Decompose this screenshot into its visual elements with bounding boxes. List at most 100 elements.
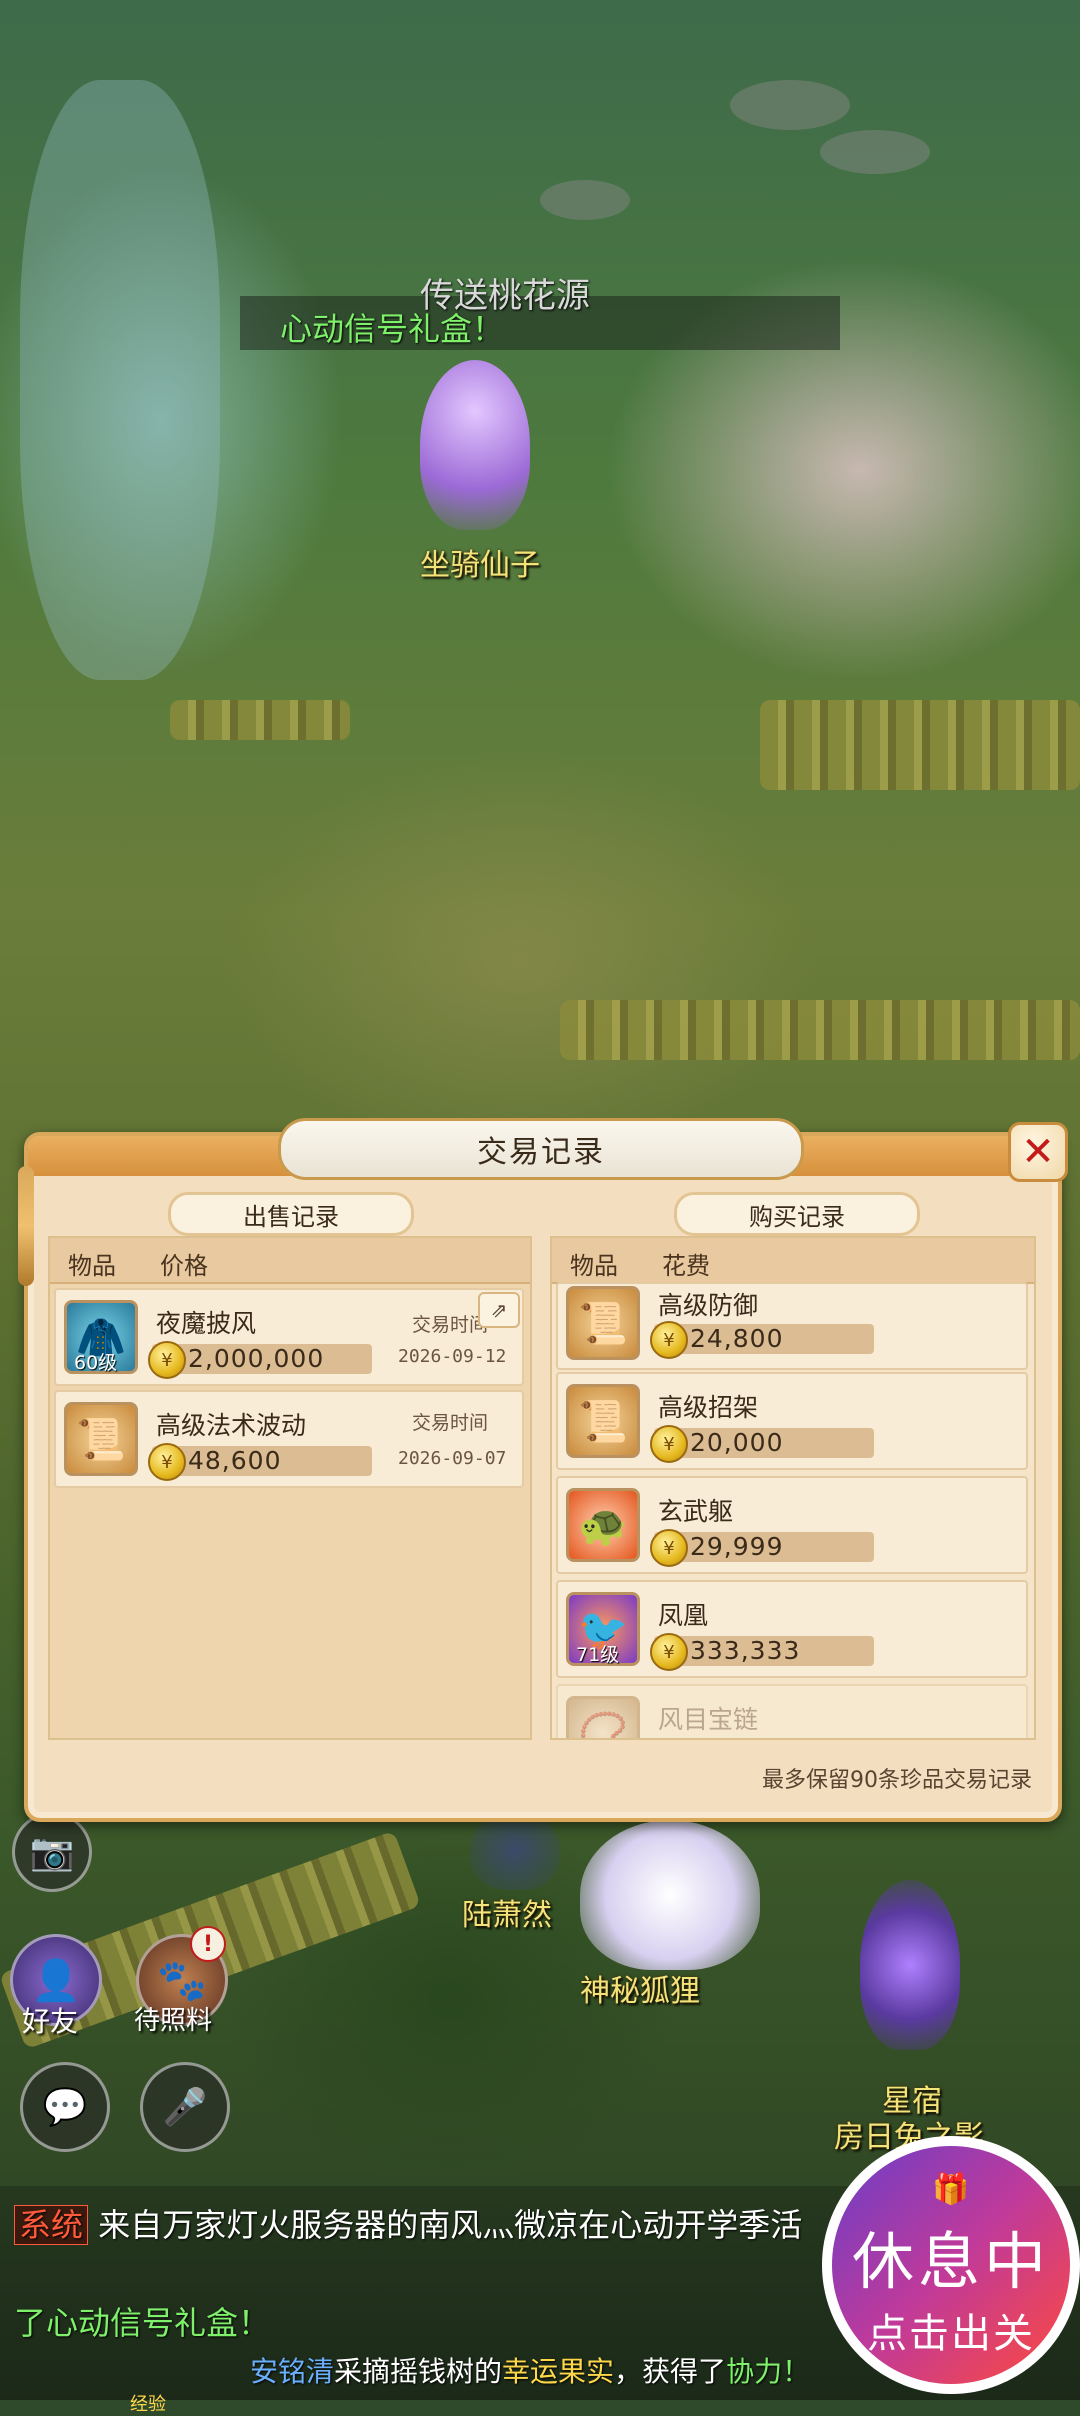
item-level: 60级 [74,1352,118,1374]
bamboo-fence [170,700,350,740]
buy-row[interactable]: 📜 高级防御 ¥ 24,800 [556,1282,1028,1370]
title-plate: 交易记录 [278,1118,804,1180]
rest-status-text: 休息中 [851,2224,1050,2298]
pet-icon: 🐾 [157,1957,207,2004]
gold-coin-icon: ¥ [650,1529,688,1567]
necklace-icon[interactable]: 📿 [566,1696,640,1738]
item-link[interactable]: 幸运果实 [502,2355,614,2388]
buy-records-pane[interactable]: 物品 花费 📜 高级防御 ¥ 24,800 📜 高级招架 ¥ 20,000 🐢 … [550,1236,1036,1740]
scroll-icon[interactable]: 📜 [566,1384,640,1458]
item-price: 2,000,000 [188,1344,325,1373]
scroll-icon[interactable]: 📜 [566,1286,640,1360]
buy-row[interactable]: 🐦 71级 凤凰 ¥ 333,333 [556,1580,1028,1678]
share-icon[interactable]: ⇗ [478,1292,520,1328]
camera-icon: 📷 [29,1832,75,1873]
stepping-stone [820,130,930,174]
item-price: 24,800 [690,1324,784,1353]
stepping-stone [730,80,850,130]
friend-avatar-icon: 👤 [31,1957,81,2004]
lu-xiaoran-npc[interactable] [470,1810,560,1890]
trade-date: 2026-09-07 [398,1448,507,1469]
item-price: 48,600 [188,1446,282,1475]
buy-row[interactable]: 📜 高级招架 ¥ 20,000 [556,1372,1028,1470]
reward-text: 协力！ [726,2355,811,2388]
star-npc[interactable] [860,1880,960,2050]
col-item: 物品 [68,1252,116,1280]
banner-text: 心动信号礼盒！ [280,310,505,348]
stepping-stone [540,180,630,220]
trade-time-label: 交易时间 [412,1412,489,1434]
bamboo-roof [760,700,1080,790]
system-tag: 系统 [14,2205,89,2245]
gift-box-icon: 🎁 [932,2171,970,2207]
sell-records-pane[interactable]: 物品 价格 🧥 60级 夜魔披风 ¥ 2,000,000 交易时间 2026-0… [48,1236,532,1740]
microphone-icon: 🎤 [162,2087,208,2128]
bamboo-bridge [560,1000,1080,1060]
trade-time-label: 交易时间 [412,1314,489,1336]
rest-badge-button[interactable]: 🎁 休息中 点击出关 [822,2136,1080,2394]
mystic-fox-npc[interactable] [580,1820,760,1970]
sell-column-header: 物品 价格 [50,1238,530,1284]
trade-record-dialog: 交易记录 ✕ 出售记录 购买记录 物品 价格 🧥 60级 夜魔披风 ¥ 2,00… [18,1118,1068,1822]
alert-badge: ! [190,1926,226,1962]
tassel-ornament [18,1166,34,1286]
item-name: 凤凰 [658,1601,709,1630]
sell-records-title: 出售记录 [168,1192,414,1236]
close-icon: ✕ [1021,1129,1055,1175]
buy-column-header: 物品 花费 [552,1238,1034,1284]
mount-fairy-npc[interactable] [420,360,530,530]
npc-name-mystic-fox[interactable]: 神秘狐狸 [580,1966,700,2010]
buy-records-title: 购买记录 [674,1192,920,1236]
chat-line-2: 了心动信号礼盒！ [14,2304,271,2342]
gold-coin-icon: ¥ [650,1321,688,1359]
gold-coin-icon: ¥ [148,1443,186,1481]
sell-row[interactable]: 🧥 60级 夜魔披风 ¥ 2,000,000 交易时间 2026-09-12 ⇗ [54,1288,524,1386]
gold-coin-icon: ¥ [650,1425,688,1463]
close-button[interactable]: ✕ [1008,1122,1068,1182]
item-name: 高级法术波动 [156,1411,307,1440]
col-cost: 花费 [662,1252,710,1280]
col-price: 价格 [160,1252,208,1280]
item-name: 夜魔披风 [156,1309,257,1338]
chat-line-system: 系统 来自万家灯火服务器的南风灬微凉在心动开学季活 [14,2200,802,2246]
item-name: 玄武躯 [658,1497,734,1526]
footer-note: 最多保留90条珍品交易记录 [762,1768,1032,1793]
exp-label: 经验 [130,2394,166,2415]
trade-date: 2026-09-12 [398,1346,507,1367]
pending-care-label[interactable]: 待照料 [134,2000,212,2037]
dialog-title: 交易记录 [477,1135,605,1170]
sell-row[interactable]: 📜 高级法术波动 ¥ 48,600 交易时间 2026-09-07 [54,1390,524,1488]
chat-action: 采摘摇钱树的 [334,2355,503,2388]
player-name[interactable]: 安铭清 [250,2355,334,2388]
col-item: 物品 [570,1252,618,1280]
chat-text: 来自万家灯火服务器的南风灬微凉在心动开学季活 [98,2206,803,2244]
item-name: 风目宝链 [658,1705,759,1734]
voice-button[interactable]: 🎤 [140,2062,230,2152]
camera-button[interactable]: 📷 [12,1812,92,1892]
npc-name-lu-xiaoran[interactable]: 陆萧然 [462,1890,552,1934]
item-price: 29,999 [690,1532,784,1561]
exit-rest-text: 点击出关 [867,2310,1035,2357]
buy-row[interactable]: 🐢 玄武躯 ¥ 29,999 [556,1476,1028,1574]
chat-rest: ，获得了 [614,2355,727,2388]
price-bar: ¥ 20,000 [650,1425,874,1463]
scroll-icon[interactable]: 📜 [64,1402,138,1476]
price-bar: ¥ 333,333 [650,1633,874,1671]
price-bar: ¥ 48,600 [148,1443,372,1481]
friends-label[interactable]: 好友 [22,2000,78,2040]
price-bar: ¥ 2,000,000 [148,1341,372,1379]
item-name: 高级防御 [658,1291,759,1320]
chat-line-3: 安铭清采摘摇钱树的幸运果实，获得了协力！ [250,2350,810,2390]
price-bar: ¥ 29,999 [650,1529,874,1567]
buy-row[interactable]: 📿 风目宝链 [556,1684,1028,1738]
gold-coin-icon: ¥ [650,1633,688,1671]
item-price: 20,000 [690,1428,784,1457]
item-price: 333,333 [690,1636,801,1665]
waterfall [20,80,220,680]
chat-button[interactable]: 💬 [20,2062,110,2152]
chat-bubble-icon: 💬 [42,2087,88,2128]
gold-coin-icon: ¥ [148,1341,186,1379]
pet-face-icon[interactable]: 🐢 [566,1488,640,1562]
npc-name-mount-fairy[interactable]: 坐骑仙子 [420,540,540,584]
price-bar: ¥ 24,800 [650,1321,874,1359]
